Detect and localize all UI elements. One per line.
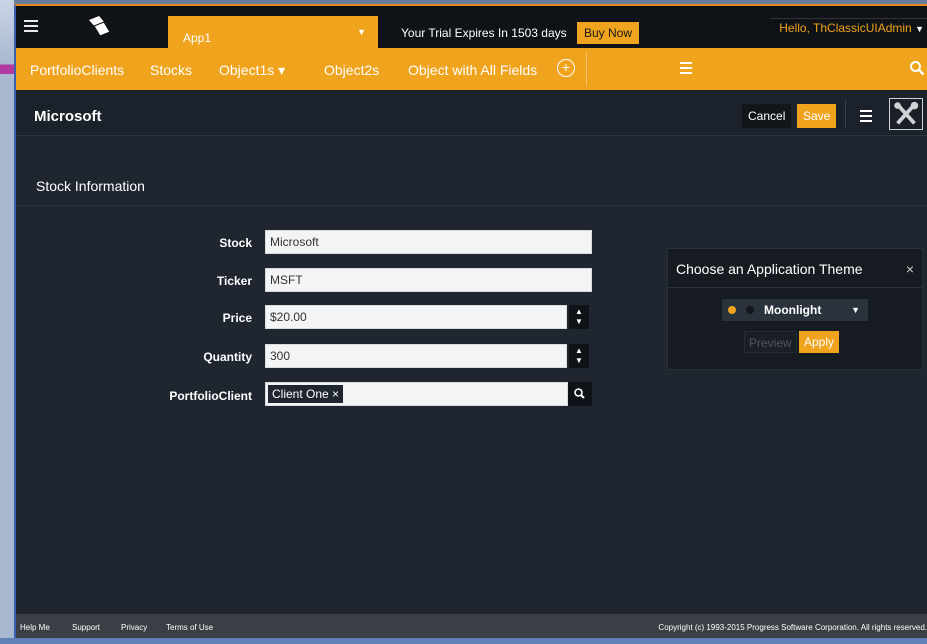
- main-nav: PortfolioClients Stocks Object1s ▾ Objec…: [16, 48, 927, 90]
- nav-item-object2s[interactable]: Object2s: [324, 62, 379, 78]
- cancel-button[interactable]: Cancel: [742, 104, 792, 128]
- theme-panel-divider: [668, 287, 922, 288]
- trial-message: Your Trial Expires In 1503 days: [401, 26, 567, 40]
- save-button[interactable]: Save: [797, 104, 837, 128]
- search-icon[interactable]: [909, 60, 925, 76]
- user-menu[interactable]: Hello, ThClassicUIAdmin ▼: [770, 18, 927, 40]
- theme-base-swatch: [746, 306, 754, 314]
- add-icon[interactable]: +: [557, 59, 575, 77]
- ticker-label: Ticker: [216, 274, 252, 288]
- user-menu-caret-icon: ▼: [915, 24, 924, 34]
- quantity-stepper[interactable]: ▲ ▼: [569, 344, 589, 368]
- theme-select-value: Moonlight: [764, 303, 822, 317]
- theme-panel-title: Choose an Application Theme: [676, 261, 863, 277]
- nav-item-object1s[interactable]: Object1s ▾: [219, 62, 285, 79]
- price-field[interactable]: $20.00: [265, 305, 567, 329]
- app-selector-label: App1: [183, 31, 212, 45]
- quantity-label: Quantity: [203, 350, 252, 364]
- ticker-field[interactable]: MSFT: [265, 268, 592, 292]
- nav-item-portfolioclients[interactable]: PortfolioClients: [30, 62, 124, 78]
- footer-link-help[interactable]: Help Me: [20, 623, 50, 632]
- theme-chooser-panel: Choose an Application Theme × Moonlight …: [667, 248, 923, 370]
- footer-link-terms[interactable]: Terms of Use: [166, 623, 213, 632]
- theme-select[interactable]: Moonlight ▼: [722, 299, 868, 321]
- stock-label: Stock: [219, 236, 252, 250]
- logo-icon: [89, 16, 111, 37]
- price-label: Price: [222, 311, 252, 325]
- nav-divider: [586, 52, 587, 86]
- nav-item-object-all-fields[interactable]: Object with All Fields: [408, 62, 537, 78]
- price-stepper[interactable]: ▲ ▼: [569, 305, 589, 329]
- chevron-down-icon: ▼: [851, 305, 860, 315]
- footer: Help Me Support Privacy Terms of Use Cop…: [16, 614, 927, 640]
- copyright-text: Copyright (c) 1993-2015 Progress Softwar…: [658, 623, 927, 632]
- client-chip[interactable]: Client One ×: [268, 385, 344, 403]
- portfolioclient-field[interactable]: Client One ×: [265, 382, 568, 406]
- tools-icon[interactable]: [889, 98, 923, 130]
- section-title: Stock Information: [36, 178, 145, 194]
- buy-now-button[interactable]: Buy Now: [577, 22, 640, 44]
- top-bar: App1 ▼ Your Trial Expires In 1503 days B…: [16, 6, 927, 48]
- quantity-field[interactable]: 300: [265, 344, 567, 368]
- footer-link-privacy[interactable]: Privacy: [121, 623, 147, 632]
- user-greeting: Hello, ThClassicUIAdmin: [779, 21, 912, 35]
- header-menu-icon[interactable]: [860, 110, 872, 125]
- stock-field[interactable]: Microsoft: [265, 230, 592, 254]
- app-window: App1 ▼ Your Trial Expires In 1503 days B…: [14, 4, 927, 640]
- window-left-edge: [0, 0, 14, 644]
- nav-item-stocks[interactable]: Stocks: [150, 62, 192, 78]
- footer-link-support[interactable]: Support: [72, 623, 100, 632]
- app-selector[interactable]: App1 ▼: [168, 16, 378, 48]
- apply-button[interactable]: Apply: [799, 331, 840, 353]
- record-header: Microsoft Cancel Save: [16, 90, 927, 136]
- chevron-down-icon: ▼: [357, 27, 366, 37]
- close-icon[interactable]: ×: [906, 261, 914, 277]
- section-divider: [16, 205, 927, 206]
- taskbar-edge: [0, 638, 927, 644]
- portfolioclient-label: PortfolioClient: [169, 389, 252, 403]
- header-divider: [845, 100, 846, 128]
- menu-icon[interactable]: [24, 20, 38, 32]
- lookup-search-icon[interactable]: [568, 382, 592, 406]
- theme-accent-swatch: [728, 306, 736, 314]
- preview-button[interactable]: Preview: [744, 331, 797, 353]
- page-title: Microsoft: [34, 108, 102, 125]
- nav-menu-icon[interactable]: [680, 62, 692, 77]
